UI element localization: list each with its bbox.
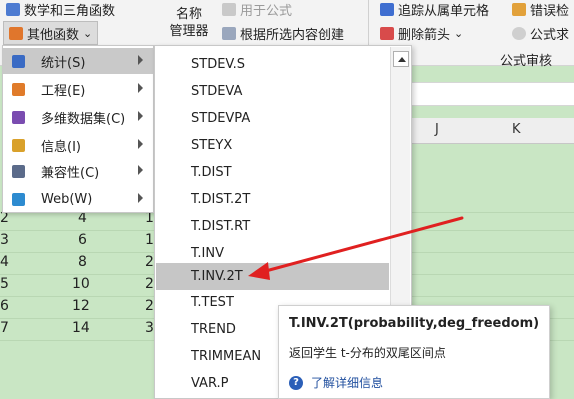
table-row: 6 12 2 bbox=[0, 296, 160, 318]
menu-item-info[interactable]: 信息(I) bbox=[3, 132, 153, 158]
submenu-arrow-icon bbox=[138, 83, 143, 93]
chevron-down-icon: ⌄ bbox=[83, 26, 93, 40]
submenu-arrow-icon bbox=[138, 193, 143, 203]
other-functions-button[interactable]: 其他函数 ⌄ bbox=[3, 21, 99, 45]
menu-item-statistics[interactable]: 统计(S) bbox=[3, 48, 153, 74]
show-formulas-label: 公式求 bbox=[530, 28, 570, 43]
row-cell[interactable]: 2 bbox=[145, 298, 154, 314]
row-cell[interactable]: 6 bbox=[78, 232, 87, 248]
create-from-selection-button[interactable]: 根据所选内容创建 bbox=[222, 24, 344, 43]
chevron-down-icon: ⌄ bbox=[454, 27, 464, 40]
row-cell[interactable]: 3 bbox=[145, 320, 154, 336]
row-cell[interactable]: 5 bbox=[0, 276, 9, 292]
help-icon: ? bbox=[289, 375, 303, 390]
create-from-selection-icon bbox=[222, 27, 236, 40]
info-icon bbox=[12, 138, 25, 152]
other-functions-icon bbox=[9, 26, 23, 40]
math-trig-button[interactable]: 数学和三角函数 bbox=[6, 0, 115, 19]
help-link-label: 了解详细信息 bbox=[311, 376, 384, 390]
submenu-arrow-icon bbox=[138, 165, 143, 175]
use-in-formula-label: 用于公式 bbox=[240, 4, 293, 19]
compatibility-icon bbox=[12, 164, 25, 178]
trace-dependents-icon bbox=[380, 3, 394, 16]
function-item[interactable]: STDEV.S bbox=[156, 51, 389, 78]
table-row: 4 8 2 bbox=[0, 252, 160, 274]
menu-item-label: 多维数据集(C) bbox=[41, 111, 126, 127]
function-item[interactable]: T.DIST.RT bbox=[156, 213, 389, 240]
name-manager-label-2: 管理器 bbox=[169, 24, 209, 39]
trace-dependents-label: 追踪从属单元格 bbox=[398, 4, 490, 19]
menu-item-label: Web(W) bbox=[41, 191, 93, 207]
submenu-arrow-icon bbox=[138, 55, 143, 65]
table-row: 7 14 3 bbox=[0, 318, 160, 340]
formula-auditing-group-label: 公式审核 bbox=[500, 54, 553, 69]
function-item[interactable]: STEYX bbox=[156, 132, 389, 159]
row-cell[interactable]: 1 bbox=[145, 232, 154, 248]
menu-item-compatibility[interactable]: 兼容性(C) bbox=[3, 158, 153, 184]
use-in-formula-icon bbox=[222, 3, 236, 16]
function-description: 返回学生 t-分布的双尾区间点 bbox=[289, 346, 446, 360]
function-item[interactable]: STDEVA bbox=[156, 78, 389, 105]
row-cell[interactable]: 14 bbox=[72, 320, 90, 336]
row-cell[interactable]: 3 bbox=[0, 232, 9, 248]
menu-item-label: 工程(E) bbox=[41, 83, 86, 99]
function-signature: T.INV.2T(probability,deg_freedom) bbox=[289, 316, 540, 331]
name-manager-label-1: 名称 bbox=[175, 7, 202, 22]
trace-dependents-button[interactable]: 追踪从属单元格 bbox=[380, 0, 489, 19]
show-formulas-icon bbox=[512, 27, 526, 40]
error-check-label: 错误检 bbox=[530, 4, 570, 19]
math-trig-icon bbox=[6, 3, 20, 16]
function-item-selected[interactable]: T.INV.2T bbox=[156, 263, 389, 290]
row-cell[interactable]: 8 bbox=[78, 254, 87, 270]
create-from-selection-label: 根据所选内容创建 bbox=[240, 28, 345, 43]
row-cell[interactable]: 2 bbox=[145, 276, 154, 292]
row-cell[interactable]: 6 bbox=[0, 298, 9, 314]
web-icon bbox=[12, 192, 25, 206]
function-tooltip: T.INV.2T(probability,deg_freedom) 返回学生 t… bbox=[278, 305, 550, 399]
error-check-button[interactable]: 错误检 bbox=[512, 0, 569, 19]
row-cell[interactable]: 12 bbox=[72, 298, 90, 314]
remove-arrows-icon bbox=[380, 27, 394, 40]
name-manager-button[interactable]: 名称 管理器 bbox=[160, 6, 218, 40]
other-functions-label: 其他函数 bbox=[27, 27, 80, 43]
error-check-icon bbox=[512, 3, 526, 16]
menu-item-cube[interactable]: 多维数据集(C) bbox=[3, 104, 153, 130]
function-item[interactable]: T.DIST bbox=[156, 159, 389, 186]
column-header-k[interactable]: K bbox=[512, 122, 521, 137]
menu-item-label: 兼容性(C) bbox=[41, 165, 100, 181]
row-cell[interactable]: 2 bbox=[145, 254, 154, 270]
row-cell[interactable]: 7 bbox=[0, 320, 9, 336]
show-formulas-button[interactable]: 公式求 bbox=[512, 24, 569, 43]
submenu-arrow-icon bbox=[138, 139, 143, 149]
column-header-j[interactable]: J bbox=[435, 122, 439, 137]
remove-arrows-button[interactable]: 删除箭头 ⌄ bbox=[380, 24, 463, 43]
table-row: 3 6 1 bbox=[0, 230, 160, 252]
scroll-up-icon[interactable] bbox=[393, 51, 409, 67]
row-cell[interactable]: 4 bbox=[0, 254, 9, 270]
remove-arrows-label: 删除箭头 bbox=[398, 28, 451, 43]
help-link[interactable]: ? 了解详细信息 bbox=[289, 374, 383, 391]
use-in-formula-button[interactable]: 用于公式 bbox=[222, 0, 292, 19]
table-row: 5 10 2 bbox=[0, 274, 160, 296]
engineering-icon bbox=[12, 82, 25, 96]
menu-item-label: 统计(S) bbox=[41, 55, 86, 71]
cube-icon bbox=[12, 110, 25, 124]
function-item[interactable]: STDEVPA bbox=[156, 105, 389, 132]
statistics-icon bbox=[12, 54, 25, 68]
row-cell[interactable]: 10 bbox=[72, 276, 90, 292]
submenu-arrow-icon bbox=[138, 111, 143, 121]
menu-item-engineering[interactable]: 工程(E) bbox=[3, 76, 153, 102]
math-trig-label: 数学和三角函数 bbox=[24, 4, 116, 19]
menu-item-web[interactable]: Web(W) bbox=[3, 186, 153, 212]
menu-item-label: 信息(I) bbox=[41, 139, 81, 155]
other-functions-menu: 统计(S) 工程(E) 多维数据集(C) 信息(I) 兼容性(C) Web(W) bbox=[2, 45, 154, 213]
function-item[interactable]: T.DIST.2T bbox=[156, 186, 389, 213]
